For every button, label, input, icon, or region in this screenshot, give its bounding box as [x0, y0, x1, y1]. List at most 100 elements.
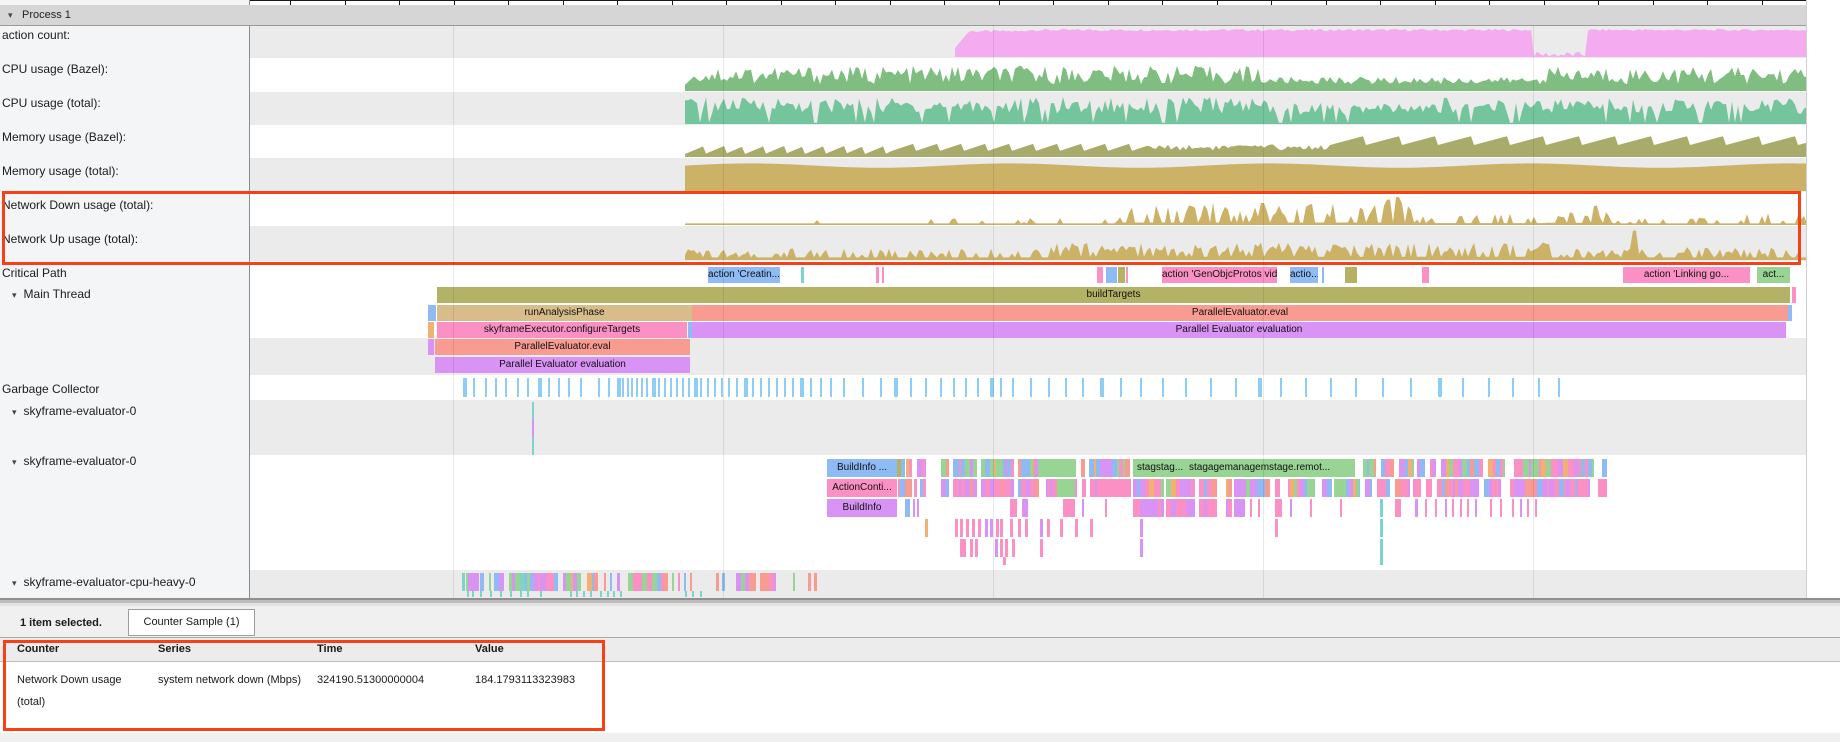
cell-counter[interactable]: Network Down usage (total): [17, 669, 147, 713]
gc-event-tick[interactable]: [810, 378, 812, 397]
gc-event-tick[interactable]: [1280, 378, 1282, 397]
skyframe-span[interactable]: [1435, 499, 1437, 517]
cpu-heavy-subtick[interactable]: [467, 591, 469, 597]
gc-event-tick[interactable]: [707, 378, 709, 397]
cpu-heavy-subtick[interactable]: [700, 591, 702, 597]
gc-event-tick[interactable]: [1120, 378, 1122, 397]
gc-event-tick[interactable]: [1438, 378, 1442, 397]
critical-path-chip[interactable]: [1322, 267, 1324, 283]
hanging-span-tick[interactable]: [970, 539, 973, 557]
gc-event-tick[interactable]: [1330, 378, 1332, 397]
cpu-heavy-span[interactable]: [617, 573, 620, 591]
skyframe-span[interactable]: [1258, 499, 1260, 517]
main-thread-span[interactable]: [1792, 287, 1796, 303]
gc-event-tick[interactable]: [820, 378, 822, 397]
gc-event-tick[interactable]: [714, 378, 716, 397]
cpu-heavy-span[interactable]: [793, 573, 795, 591]
gc-event-tick[interactable]: [664, 378, 666, 397]
hanging-span-tick[interactable]: [960, 519, 963, 537]
critical-path-chip[interactable]: action 'GenObjcProtos video/...: [1162, 267, 1277, 283]
hanging-span-tick[interactable]: [1047, 519, 1050, 537]
critical-path-chip[interactable]: actio...: [1290, 267, 1318, 283]
gc-event-tick[interactable]: [830, 378, 832, 397]
cell-time[interactable]: 324190.51300000004: [317, 669, 467, 691]
gc-event-tick[interactable]: [925, 378, 927, 397]
hanging-span-tick[interactable]: [985, 519, 988, 537]
skyframe1-marker[interactable]: [532, 419, 534, 437]
sidebar-item-cpu-heavy[interactable]: ▾skyframe-evaluator-cpu-heavy-0: [12, 575, 196, 589]
gc-event-tick[interactable]: [1082, 378, 1084, 397]
gc-event-tick[interactable]: [538, 378, 542, 397]
skyframe-span[interactable]: [1475, 499, 1477, 517]
gc-event-tick[interactable]: [694, 378, 698, 397]
critical-path-chip[interactable]: [1118, 267, 1125, 283]
cpu-heavy-span[interactable]: [462, 573, 465, 591]
counter-chart-mem-bazel[interactable]: [500, 125, 1806, 158]
cpu-heavy-subtick[interactable]: [607, 591, 609, 597]
dense-span-cluster[interactable]: [1133, 499, 1245, 517]
gc-event-tick[interactable]: [1030, 378, 1032, 397]
cpu-heavy-span[interactable]: [684, 573, 686, 591]
cpu-heavy-subtick[interactable]: [590, 591, 592, 597]
gc-event-tick[interactable]: [658, 378, 660, 397]
cpu-heavy-subtick[interactable]: [692, 591, 694, 597]
gc-event-tick[interactable]: [688, 378, 690, 397]
skyframe-span[interactable]: [1275, 499, 1282, 517]
dense-span-cluster[interactable]: [1075, 479, 1133, 497]
skyframe-span[interactable]: ActionConti...: [827, 479, 897, 497]
skyframe-span[interactable]: [913, 499, 915, 517]
gc-event-tick[interactable]: [473, 378, 475, 397]
hanging-span-tick[interactable]: [1012, 539, 1015, 557]
critical-path-chip[interactable]: [1106, 267, 1117, 283]
main-thread-span[interactable]: [1788, 305, 1792, 321]
critical-path-chip[interactable]: [1097, 267, 1103, 283]
sidebar-item-main-thread[interactable]: ▾Main Thread: [12, 287, 91, 301]
hanging-span-tick[interactable]: [1140, 539, 1143, 557]
skyframe-span[interactable]: BuildInfo: [827, 499, 897, 517]
gc-event-tick[interactable]: [1538, 378, 1540, 397]
cell-value[interactable]: 184.1793113323983: [475, 669, 625, 691]
skyframe-span[interactable]: [1395, 499, 1401, 517]
counter-chart-cpu-bazel[interactable]: [500, 58, 1806, 92]
critical-path-chip[interactable]: [876, 267, 879, 283]
dense-span-cluster[interactable]: [628, 573, 668, 591]
gc-event-tick[interactable]: [631, 378, 633, 397]
hanging-span-tick[interactable]: [963, 539, 966, 557]
skyframe1-marker[interactable]: [532, 402, 534, 419]
skyframe-span[interactable]: [1082, 499, 1084, 517]
gc-event-tick[interactable]: [744, 378, 748, 397]
dense-span-cluster[interactable]: [1363, 459, 1607, 477]
skyframe-span[interactable]: stagstag...stagagemanagemstage.remot...: [1133, 459, 1355, 477]
hanging-span-tick[interactable]: [966, 519, 969, 537]
dense-span-cluster[interactable]: [1365, 479, 1607, 497]
hanging-span-tick[interactable]: [1090, 519, 1093, 537]
skyframe-span[interactable]: [1250, 499, 1252, 517]
skyframe-span[interactable]: [1038, 459, 1076, 477]
cpu-heavy-subtick[interactable]: [620, 591, 622, 597]
critical-path-chip[interactable]: action 'Linking go...: [1623, 267, 1750, 283]
main-thread-span[interactable]: Parallel Evaluator evaluation: [435, 357, 690, 373]
panel-separator[interactable]: [0, 598, 1840, 606]
hanging-span-tick[interactable]: [1025, 519, 1028, 537]
dense-span-cluster[interactable]: [941, 459, 1038, 477]
hanging-span-tick[interactable]: [996, 519, 999, 537]
expander-icon[interactable]: ▾: [12, 457, 17, 467]
gc-event-tick[interactable]: [568, 378, 570, 397]
gc-event-tick[interactable]: [1258, 378, 1262, 397]
gc-event-tick[interactable]: [800, 378, 804, 397]
cpu-heavy-subtick[interactable]: [520, 591, 522, 597]
cpu-heavy-subtick[interactable]: [576, 591, 578, 597]
dense-span-cluster[interactable]: [906, 459, 926, 477]
gc-event-tick[interactable]: [784, 378, 786, 397]
hanging-span-tick[interactable]: [1380, 539, 1383, 557]
gc-event-tick[interactable]: [977, 378, 979, 397]
dense-span-cluster[interactable]: [530, 573, 600, 591]
hanging-span-tick[interactable]: [1140, 519, 1143, 537]
skyframe-span[interactable]: [1500, 499, 1502, 517]
gc-event-tick[interactable]: [1462, 378, 1464, 397]
skyframe-span[interactable]: [1467, 499, 1469, 517]
hanging-span-tick[interactable]: [1040, 539, 1043, 557]
cpu-heavy-subtick[interactable]: [510, 591, 512, 597]
skyframe-span[interactable]: [1105, 499, 1107, 517]
hanging-span-tick[interactable]: [972, 519, 975, 537]
